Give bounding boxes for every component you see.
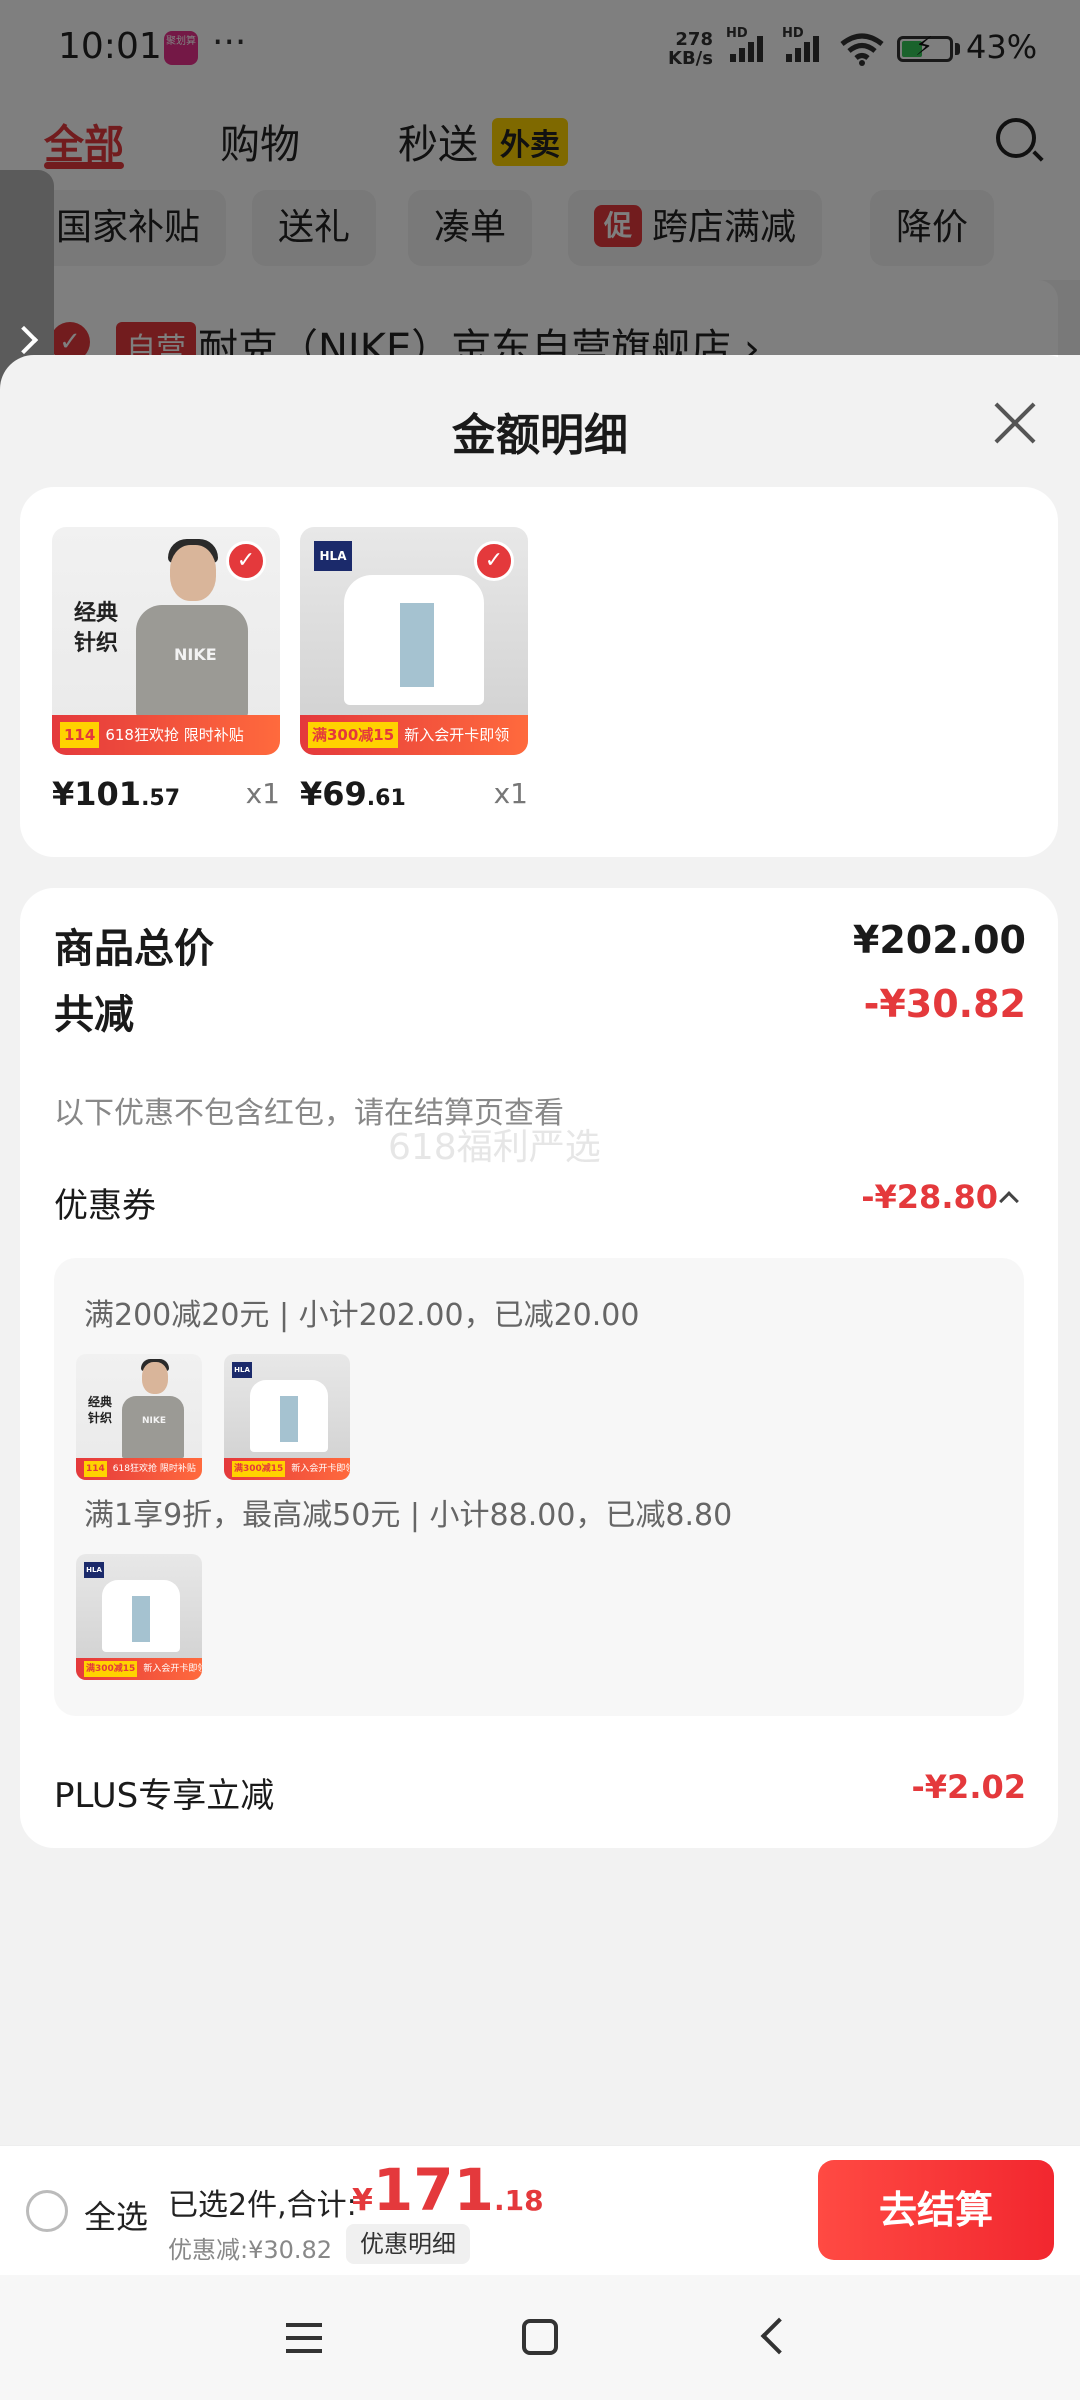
checkout-bar: 全选 已选2件,合计: ¥171.18 优惠减:¥30.82 优惠明细 去结算 xyxy=(0,2145,1080,2275)
product-price: ¥69.61 xyxy=(300,775,406,813)
product-image: HLA 满300减15 新入会开卡即领 ✓ xyxy=(300,527,528,755)
check-icon[interactable]: ✓ xyxy=(474,541,514,581)
product-item[interactable]: HLA 满300减15 新入会开卡即领 ✓ ¥69.61 x1 xyxy=(300,527,528,813)
product-quantity: x1 xyxy=(245,777,280,810)
checkout-button[interactable]: 去结算 xyxy=(818,2160,1054,2260)
discount-detail-button[interactable]: 优惠明细 xyxy=(346,2224,470,2264)
system-nav-bar xyxy=(0,2275,1080,2400)
promo-strip: 满300减15 新入会开卡即领 xyxy=(300,715,528,755)
watermark: 618福利严选 xyxy=(388,1127,601,1168)
close-icon[interactable] xyxy=(988,397,1040,449)
product-quantity: x1 xyxy=(493,777,528,810)
coupon-value[interactable]: -¥28.80 xyxy=(861,1178,998,1216)
selected-summary: 已选2件,合计: xyxy=(168,2188,357,2223)
back-icon[interactable] xyxy=(760,2317,798,2355)
coupon-detail-box: 满200减20元 | 小计202.00，已减20.00 经典 针织 NIKE 1… xyxy=(54,1258,1024,1716)
coupon-product-thumb: HLA 满300减15 新入会开卡即领 xyxy=(76,1554,202,1680)
amount-detail-sheet: 金额明细 经典 针织 NIKE 114 618狂欢抢 限时补贴 ✓ ¥101.57… xyxy=(0,355,1080,2145)
reduction-label: 共减 xyxy=(54,992,134,1038)
hla-logo: HLA xyxy=(314,541,352,571)
total-price: ¥171.18 xyxy=(352,2156,544,2224)
product-item[interactable]: 经典 针织 NIKE 114 618狂欢抢 限时补贴 ✓ ¥101.57 x1 xyxy=(52,527,280,813)
coupon-rule: 满1享9折，最高减50元 | 小计88.00，已减8.80 xyxy=(84,1498,733,1533)
select-all-label[interactable]: 全选 xyxy=(84,2192,148,2238)
product-image-text: 经典 针织 xyxy=(74,601,119,656)
home-icon[interactable] xyxy=(522,2319,558,2355)
discount-summary: 优惠减:¥30.82 xyxy=(168,2236,333,2264)
chevron-up-icon[interactable] xyxy=(999,1191,1019,1211)
product-card: 经典 针织 NIKE 114 618狂欢抢 限时补贴 ✓ ¥101.57 x1 H… xyxy=(20,487,1058,857)
reduction-value: -¥30.82 xyxy=(863,982,1026,1026)
dim-overlay[interactable] xyxy=(0,0,1080,355)
total-value: ¥202.00 xyxy=(852,918,1026,962)
coupon-product-thumb: 经典 针织 NIKE 114 618狂欢抢 限时补贴 xyxy=(76,1354,202,1480)
coupon-label[interactable]: 优惠券 xyxy=(54,1178,156,1227)
coupon-rule: 满200减20元 | 小计202.00，已减20.00 xyxy=(84,1298,640,1333)
sheet-title: 金额明细 xyxy=(452,410,628,461)
select-all-radio[interactable] xyxy=(26,2190,68,2232)
check-icon[interactable]: ✓ xyxy=(226,541,266,581)
menu-icon[interactable] xyxy=(286,2323,322,2353)
nike-logo: NIKE xyxy=(174,645,217,664)
promo-strip: 114 618狂欢抢 限时补贴 xyxy=(52,715,280,755)
plus-discount-label: PLUS专享立减 xyxy=(54,1776,275,1816)
product-price: ¥101.57 xyxy=(52,775,181,813)
plus-discount-value: -¥2.02 xyxy=(911,1768,1027,1806)
summary-card: 商品总价 ¥202.00 共减 -¥30.82 以下优惠不包含红包，请在结算页查… xyxy=(20,888,1058,1848)
total-label: 商品总价 xyxy=(54,926,214,972)
product-image: 经典 针织 NIKE 114 618狂欢抢 限时补贴 ✓ xyxy=(52,527,280,755)
coupon-product-thumb: HLA 满300减15 新入会开卡即领 xyxy=(224,1354,350,1480)
